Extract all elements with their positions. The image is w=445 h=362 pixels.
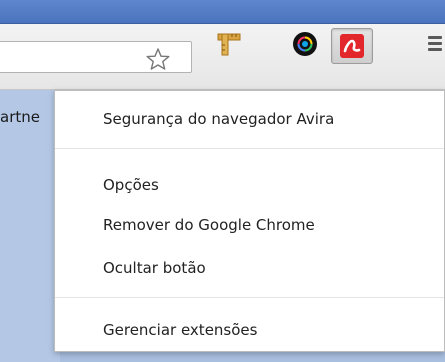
star-outline-icon[interactable] [146, 48, 170, 70]
address-bar[interactable] [0, 41, 192, 73]
ruler-icon [217, 33, 241, 56]
avira-extension-button[interactable] [331, 28, 373, 64]
menu-item-remove[interactable]: Remover do Google Chrome [103, 213, 315, 237]
color-ball-icon [293, 32, 317, 56]
color-picker-extension-button[interactable] [291, 30, 319, 58]
window-titlebar [0, 0, 445, 24]
menu-item-manage-extensions[interactable]: Gerenciar extensões [103, 318, 257, 342]
ruler-extension-button[interactable] [214, 30, 242, 58]
menu-header-avira: Segurança do navegador Avira [103, 110, 335, 128]
menu-item-options[interactable]: Opções [103, 173, 159, 197]
avira-umbrella-icon [340, 34, 364, 58]
bookmark-bar-area [0, 90, 60, 362]
menu-separator [55, 297, 444, 298]
menu-item-hide-button[interactable]: Ocultar botão [103, 256, 206, 280]
hamburger-menu-icon[interactable] [428, 36, 442, 52]
bookmark-item[interactable]: artne [0, 108, 52, 128]
avira-context-menu: Segurança do navegador Avira Opções Remo… [54, 90, 445, 352]
menu-separator [55, 148, 444, 149]
